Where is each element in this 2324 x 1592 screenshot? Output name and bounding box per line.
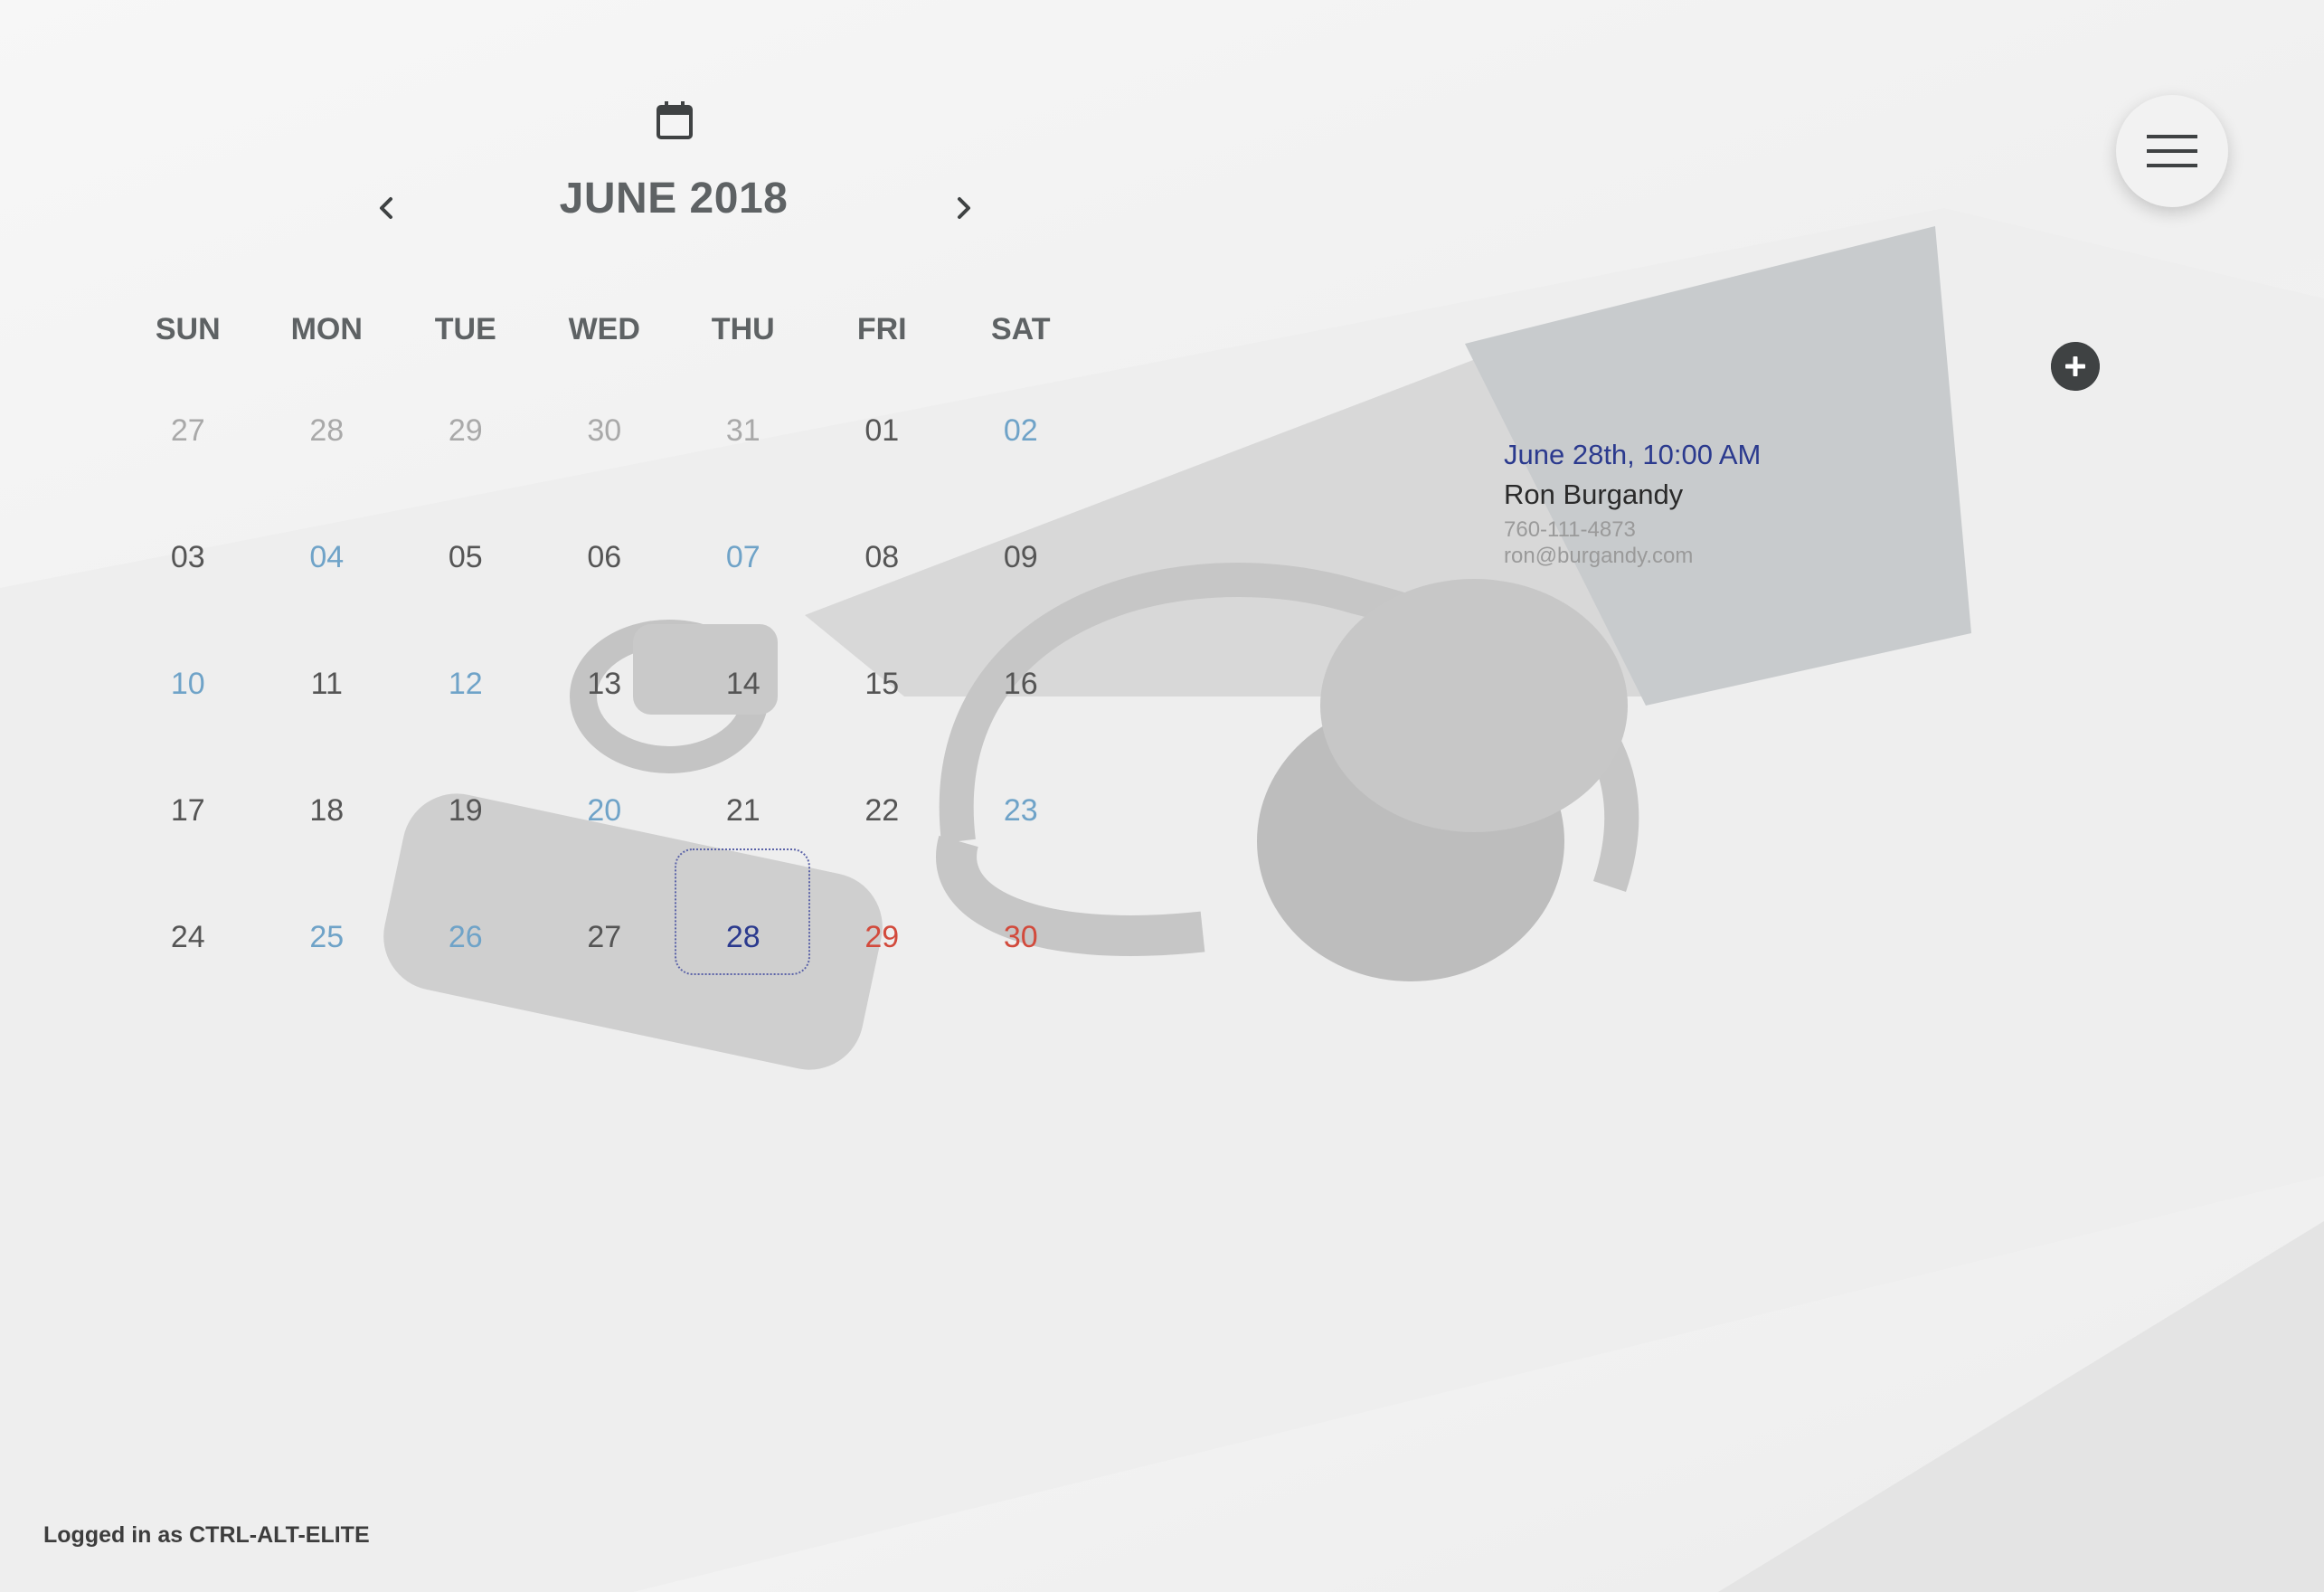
day-cell[interactable]: 20	[535, 692, 675, 828]
day-cell[interactable]: 30	[951, 819, 1091, 954]
week-row: 24 25 26 27 28 29 30	[118, 819, 1091, 975]
day-cell[interactable]: 03	[118, 439, 258, 574]
calendar-grid: SUN MON TUE WED THU FRI SAT 27 28 29 30 …	[118, 312, 1091, 975]
day-cell[interactable]: 23	[951, 692, 1091, 828]
day-cell[interactable]: 17	[118, 692, 258, 828]
day-cell[interactable]: 21	[674, 692, 813, 828]
appointment-name: Ron Burgandy	[1504, 479, 1684, 510]
week-row: 27 28 29 30 31 01 02	[118, 312, 1091, 448]
day-cell-selected[interactable]: 28	[674, 819, 813, 975]
appointment-time: June 28th, 10:00 AM	[1504, 439, 1762, 470]
day-cell[interactable]: 19	[396, 692, 535, 828]
day-cell[interactable]: 08	[813, 439, 952, 574]
day-cell[interactable]: 27	[118, 312, 258, 448]
hamburger-menu-icon	[2147, 135, 2197, 167]
week-row: 03 04 05 06 07 08 09	[118, 439, 1091, 574]
day-cell[interactable]: 13	[535, 565, 675, 701]
day-cell[interactable]: 26	[396, 819, 535, 954]
add-appointment-button[interactable]	[2051, 342, 2100, 391]
day-cell[interactable]: 02	[951, 312, 1091, 448]
week-row: 10 11 12 13 14 15 16	[118, 565, 1091, 701]
day-cell[interactable]: 25	[258, 819, 397, 954]
day-cell[interactable]: 15	[813, 565, 952, 701]
day-cell[interactable]: 22	[813, 692, 952, 828]
day-cell[interactable]: 29	[813, 819, 952, 954]
appointment-card[interactable]: June 28th, 10:00 AM Ron Burgandy 760-111…	[1504, 439, 1761, 569]
day-cell[interactable]: 06	[535, 439, 675, 574]
day-cell[interactable]: 04	[258, 439, 397, 574]
day-cell[interactable]: 11	[258, 565, 397, 701]
next-month-button[interactable]	[945, 190, 981, 226]
day-cell[interactable]: 01	[813, 312, 952, 448]
day-cell[interactable]: 12	[396, 565, 535, 701]
day-cell[interactable]: 27	[535, 819, 675, 954]
logged-in-status: Logged in as CTRL-ALT-ELITE	[43, 1522, 370, 1548]
day-cell[interactable]: 24	[118, 819, 258, 954]
day-cell[interactable]: 31	[674, 312, 813, 448]
day-cell[interactable]: 28	[258, 312, 397, 448]
day-cell[interactable]: 05	[396, 439, 535, 574]
appointment-email: ron@burgandy.com	[1504, 544, 1694, 568]
appointment-phone: 760-111-4873	[1504, 517, 1636, 542]
day-cell[interactable]: 29	[396, 312, 535, 448]
day-cell[interactable]: 18	[258, 692, 397, 828]
day-cell[interactable]: 07	[674, 439, 813, 574]
day-cell[interactable]: 16	[951, 565, 1091, 701]
day-cell[interactable]: 30	[535, 312, 675, 448]
day-cell[interactable]: 10	[118, 565, 258, 701]
day-cell[interactable]: 14	[674, 565, 813, 701]
month-title: JUNE 2018	[559, 175, 789, 223]
week-row: 17 18 19 20 21 22 23	[118, 692, 1091, 828]
calendar-icon	[657, 101, 693, 139]
prev-month-button[interactable]	[369, 190, 405, 226]
day-cell[interactable]: 09	[951, 439, 1091, 574]
menu-button[interactable]	[2116, 95, 2228, 207]
